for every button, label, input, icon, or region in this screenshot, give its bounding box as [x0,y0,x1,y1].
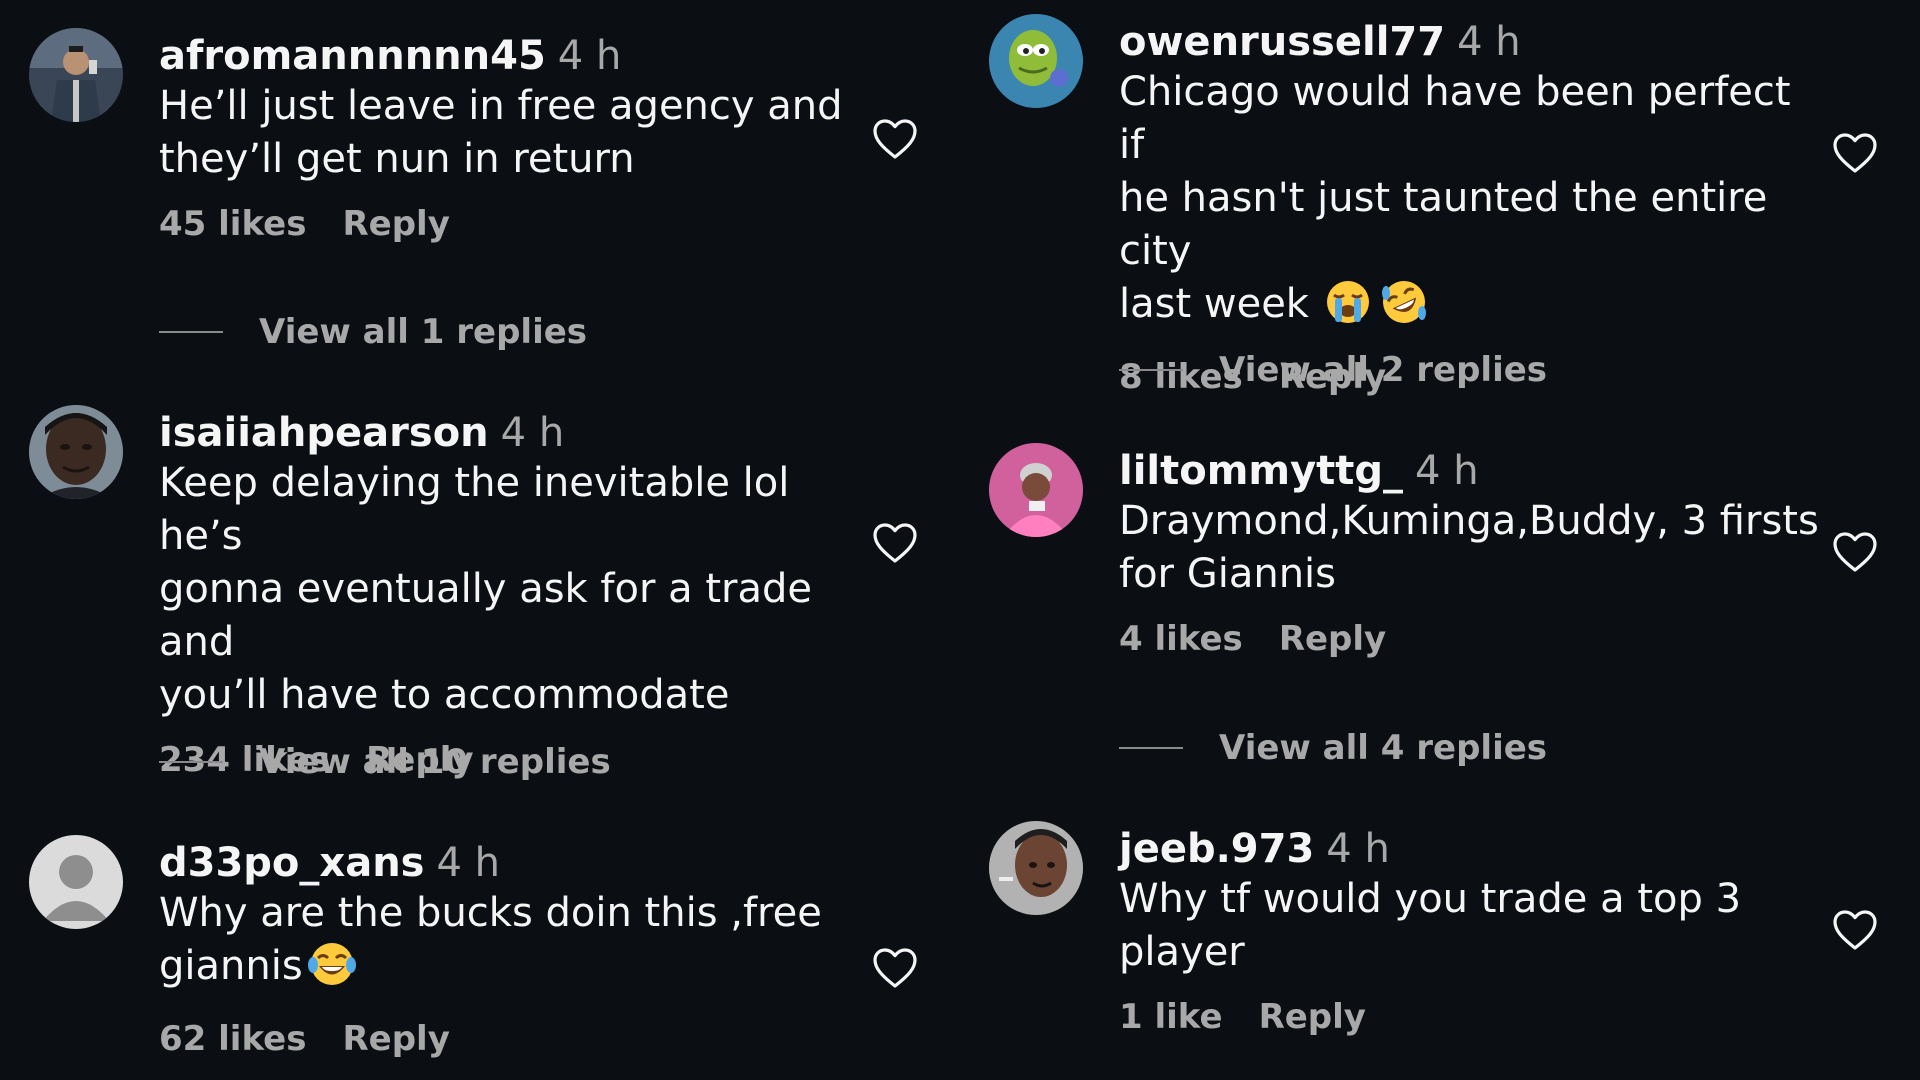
comment-time: 4 h [500,410,565,456]
comment-time: 4 h [1457,19,1521,65]
comment-text-content: Why are the bucks doin this ,free gianni… [159,890,822,989]
divider-line [1119,747,1183,749]
comment-body: jeeb.973 4 h Why tf would you trade a top… [1119,825,1819,1037]
comments-column-left: afromannnnnn45 4 h He’ll just leave in fr… [0,0,960,1080]
comment-meta: 4 likes Reply [1119,619,1819,659]
avatar[interactable] [989,443,1083,537]
comment-text-content: Chicago would have been perfect if he ha… [1119,69,1791,327]
comment-body: afromannnnnn45 4 h He’ll just leave in fr… [159,32,859,244]
view-replies-button[interactable]: View all 2 replies [1119,350,1547,390]
comment-body: liltommyttg_ 4 h Draymond,Kuminga,Buddy, … [1119,447,1819,659]
comment-header: afromannnnnn45 4 h [159,32,859,80]
view-replies-button[interactable]: View all 1 replies [159,312,587,352]
comment-meta: 62 likes Reply [159,1019,859,1059]
divider-line [1119,369,1183,371]
comment-time: 4 h [436,840,501,886]
comment-header: jeeb.973 4 h [1119,825,1819,873]
username-link[interactable]: jeeb.973 [1119,826,1314,872]
view-replies-button[interactable]: View all 10 replies [159,742,611,782]
reply-button[interactable]: Reply [342,204,449,244]
heart-outline-icon[interactable] [871,116,919,160]
heart-outline-icon[interactable] [871,520,919,564]
avatar[interactable] [29,28,123,122]
likes-count[interactable]: 62 likes [159,1019,306,1059]
comment-text: Draymond,Kuminga,Buddy, 3 firsts for Gia… [1119,498,1819,597]
username-link[interactable]: owenrussell77 [1119,19,1445,65]
username-link[interactable]: liltommyttg_ [1119,448,1403,494]
comment-time: 4 h [1326,826,1390,872]
comment-header: d33po_xans 4 h [159,839,859,887]
heart-outline-icon[interactable] [1831,907,1879,951]
view-replies-label: View all 10 replies [259,742,611,782]
comment-time: 4 h [557,33,622,79]
comment-body: d33po_xans 4 h Why are the bucks doin thi… [159,839,859,1059]
divider-line [159,761,223,763]
comment-header: owenrussell77 4 h [1119,18,1819,66]
comment-body: owenrussell77 4 h Chicago would have been… [1119,18,1819,397]
loudly-crying-emoji [1323,279,1373,339]
reply-button[interactable]: Reply [1279,619,1386,659]
rolling-on-floor-laughing-emoji [1379,279,1429,339]
default-user-avatar-icon[interactable] [29,835,123,929]
view-replies-label: View all 4 replies [1219,728,1548,768]
reply-button[interactable]: Reply [342,1019,449,1059]
laughing-tears-emoji [307,941,357,1001]
comment-body: isaiiahpearson 4 h Keep delaying the inev… [159,409,859,780]
comment-text: Why are the bucks doin this ,free gianni… [159,887,859,1001]
comment-text: Why tf would you trade a top 3 player [1119,876,1742,975]
heart-outline-icon[interactable] [1831,529,1879,573]
comments-column-right: owenrussell77 4 h Chicago would have been… [960,0,1920,1080]
avatar[interactable] [989,14,1083,108]
heart-outline-icon[interactable] [871,945,919,989]
comment-header: liltommyttg_ 4 h [1119,447,1819,495]
likes-count[interactable]: 4 likes [1119,619,1243,659]
view-replies-label: View all 1 replies [259,312,588,352]
username-link[interactable]: afromannnnnn45 [159,33,546,79]
heart-outline-icon[interactable] [1831,130,1879,174]
comment-header: isaiiahpearson 4 h [159,409,859,457]
comment-time: 4 h [1415,448,1479,494]
reply-button[interactable]: Reply [1259,997,1366,1037]
comment-meta: 1 like Reply [1119,997,1819,1037]
comment-meta: 45 likes Reply [159,204,859,244]
comment-text: He’ll just leave in free agency and they… [159,83,843,182]
view-replies-button[interactable]: View all 4 replies [1119,728,1547,768]
comment-text: Keep delaying the inevitable lol he’s go… [159,460,813,718]
username-link[interactable]: d33po_xans [159,840,425,886]
view-replies-label: View all 2 replies [1219,350,1548,390]
likes-count[interactable]: 1 like [1119,997,1223,1037]
avatar[interactable] [989,821,1083,915]
divider-line [159,331,223,333]
avatar[interactable] [29,405,123,499]
likes-count[interactable]: 45 likes [159,204,306,244]
username-link[interactable]: isaiiahpearson [159,410,489,456]
comment-text: Chicago would have been perfect if he ha… [1119,66,1819,339]
